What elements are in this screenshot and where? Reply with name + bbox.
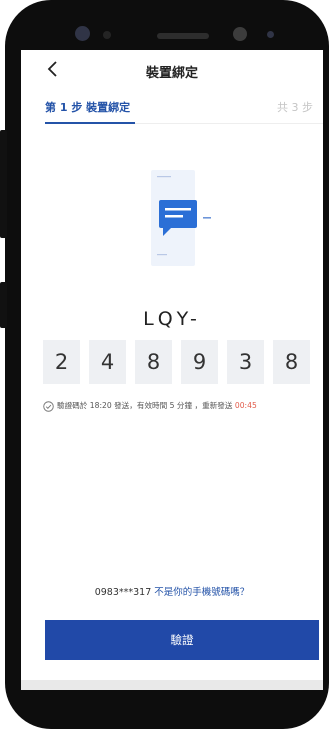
proximity-sensor-icon [233, 27, 247, 41]
light-sensor-icon [267, 31, 274, 38]
sensor-icon [103, 31, 111, 39]
masked-phone-number: 0983***317 [94, 587, 155, 598]
phone-number-line: 0983***317 不是你的手機號碼嗎？ [21, 584, 323, 598]
nav-header: 裝置綁定 [21, 50, 323, 90]
message-illustration-icon [151, 170, 211, 266]
code-prefix: LQY- [143, 308, 201, 330]
front-camera-icon [75, 26, 90, 41]
step-progress-track [135, 123, 323, 124]
current-step-label: 第 1 步 裝置綁定 [45, 101, 131, 114]
not-my-number-link[interactable]: 不是你的手機號碼嗎？ [154, 587, 249, 598]
code-digit: 2 [43, 340, 80, 384]
code-digit: 9 [181, 340, 218, 384]
resend-timer[interactable]: 00:45 [235, 401, 257, 410]
app-screen: 裝置綁定 第 1 步 裝置綁定 共 3 步 LQY- 2 4 8 9 3 8 驗… [21, 50, 323, 680]
step-indicator: 第 1 步 裝置綁定 共 3 步 [21, 95, 323, 121]
side-button-power [0, 282, 7, 328]
step-progress-active [45, 122, 135, 124]
side-button-volume [0, 130, 7, 238]
page-title: 裝置綁定 [145, 66, 198, 81]
code-digit: 8 [135, 340, 172, 384]
total-steps-label: 共 3 步 [277, 101, 313, 114]
code-digit: 3 [227, 340, 264, 384]
verification-code-boxes: 2 4 8 9 3 8 [43, 340, 313, 384]
code-digit: 8 [273, 340, 310, 384]
verify-button[interactable]: 驗證 [45, 620, 319, 660]
code-digit: 4 [89, 340, 126, 384]
screen-bottom-edge [21, 680, 323, 690]
sent-info: 驗證碼於 18:20 發送，有效時間 5 分鐘 ，重新發送 00:45 [43, 400, 323, 414]
earpiece-speaker [157, 33, 209, 39]
check-circle-icon [43, 400, 54, 412]
sent-info-text: 驗證碼於 18:20 發送，有效時間 5 分鐘 ，重新發送 [57, 401, 235, 410]
phone-frame: 裝置綁定 第 1 步 裝置綁定 共 3 步 LQY- 2 4 8 9 3 8 驗… [5, 0, 329, 729]
